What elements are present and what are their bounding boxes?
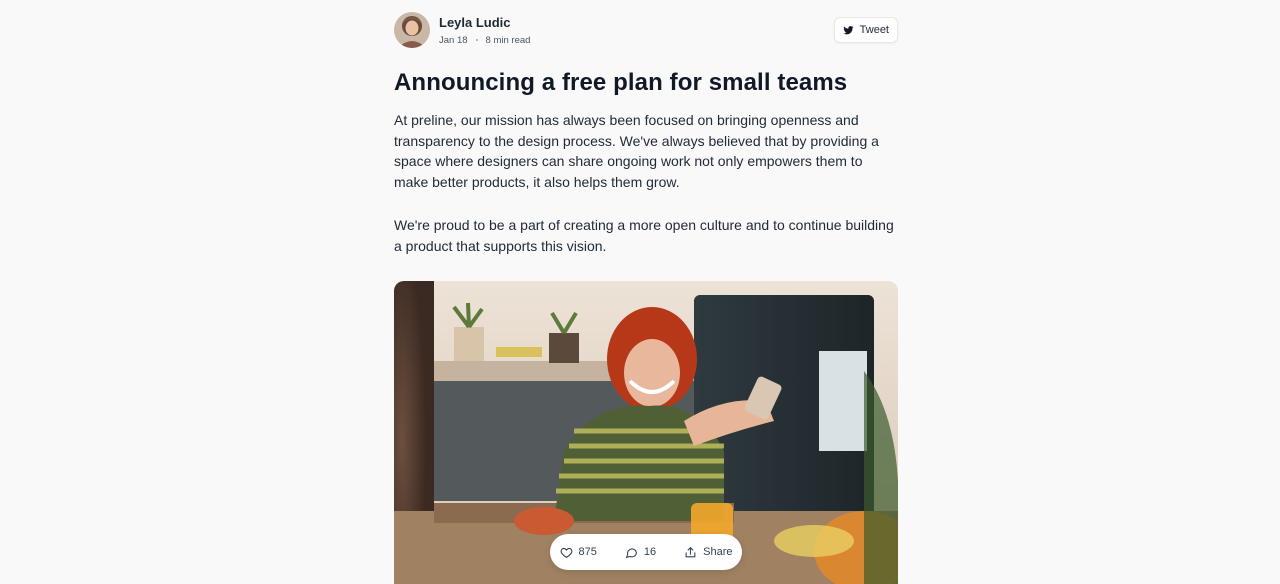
article-paragraph-1: At preline, our mission has always been … (394, 112, 879, 190)
post-actions-bar: 875 16 Share (550, 534, 742, 570)
author-name[interactable]: Leyla Ludic (439, 15, 511, 30)
post-date: Jan 18 (439, 35, 468, 46)
share-button[interactable]: Share (670, 546, 746, 559)
tweet-button[interactable]: Tweet (833, 17, 898, 43)
comment-count: 16 (643, 546, 657, 558)
meta-separator (475, 39, 478, 42)
read-time: 8 min read (485, 35, 531, 46)
article-paragraph-2: We're proud to be a part of creating a m… (394, 217, 894, 254)
twitter-icon (843, 25, 854, 34)
comment-button[interactable]: 16 (611, 546, 670, 559)
share-icon (685, 546, 696, 557)
like-button[interactable]: 875 (546, 546, 611, 559)
share-label: Share (703, 546, 733, 558)
author-row: Leyla Ludic Jan 18 8 min read Tweet (394, 12, 898, 48)
heart-icon (560, 547, 572, 558)
comment-icon (625, 547, 637, 558)
tweet-label: Tweet (859, 24, 889, 36)
article-title: Announcing a free plan for small teams (394, 69, 848, 96)
author-avatar[interactable] (394, 12, 430, 48)
like-count: 875 (578, 546, 597, 558)
post-meta: Jan 18 8 min read (439, 35, 530, 46)
